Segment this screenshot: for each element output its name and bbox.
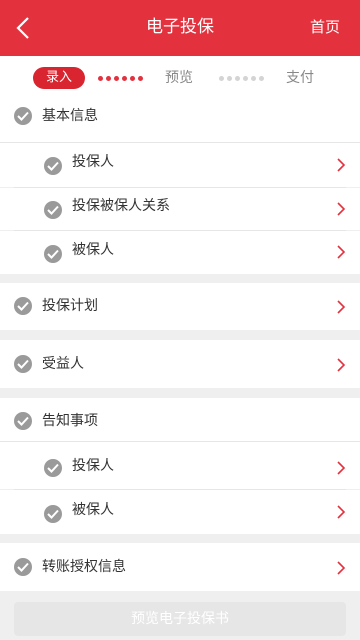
check-icon [14,412,32,430]
list-item-insured[interactable]: 被保人 [0,231,360,274]
item-label: 被保人 [72,502,114,518]
chevron-right-icon [337,561,346,575]
progress-steps: 录入 预览 支付 [0,56,360,100]
chevron-right-icon [337,245,346,259]
list-item-notice-insured[interactable]: 被保人 [0,490,360,534]
check-icon [44,459,62,477]
section-label: 受益人 [42,356,84,372]
section-notice: 告知事项 [0,398,360,441]
list-item-beneficiary[interactable]: 受益人 [0,340,360,388]
chevron-right-icon [337,461,346,475]
item-label: 投保人 [72,154,114,170]
check-icon [14,297,32,315]
section-label: 告知事项 [42,413,98,429]
list-item-policy-holder[interactable]: 投保人 [0,143,360,187]
check-icon [14,558,32,576]
check-icon [14,355,32,373]
section-label: 基本信息 [42,108,98,124]
page-title: 电子投保 [146,17,214,37]
preview-policy-button[interactable]: 预览电子投保书 [14,602,346,636]
chevron-right-icon [337,505,346,519]
chevron-right-icon [337,300,346,314]
section-label: 投保计划 [42,298,98,314]
check-icon [44,505,62,523]
section-basic-info: 基本信息 [0,100,360,142]
check-icon [44,245,62,263]
list-item-relationship[interactable]: 投保被保人关系 [0,188,360,230]
section-label: 转账授权信息 [42,559,126,575]
check-icon [14,107,32,125]
item-label: 投保被保人关系 [72,198,170,214]
app-header: 电子投保 首页 [0,0,360,56]
progress-dots-done [98,76,143,81]
home-link[interactable]: 首页 [310,17,340,37]
step-pay: 支付 [286,70,314,86]
step-entry-active: 录入 [33,67,85,89]
list-item-transfer-auth[interactable]: 转账授权信息 [0,543,360,591]
check-icon [44,201,62,219]
chevron-right-icon [337,158,346,172]
chevron-right-icon [337,358,346,372]
chevron-right-icon [337,202,346,216]
check-icon [44,157,62,175]
list-item-plan[interactable]: 投保计划 [0,283,360,330]
step-preview: 预览 [165,70,193,86]
item-label: 投保人 [72,458,114,474]
progress-dots-pending [219,76,264,81]
list-item-notice-holder[interactable]: 投保人 [0,442,360,489]
item-label: 被保人 [72,242,114,258]
